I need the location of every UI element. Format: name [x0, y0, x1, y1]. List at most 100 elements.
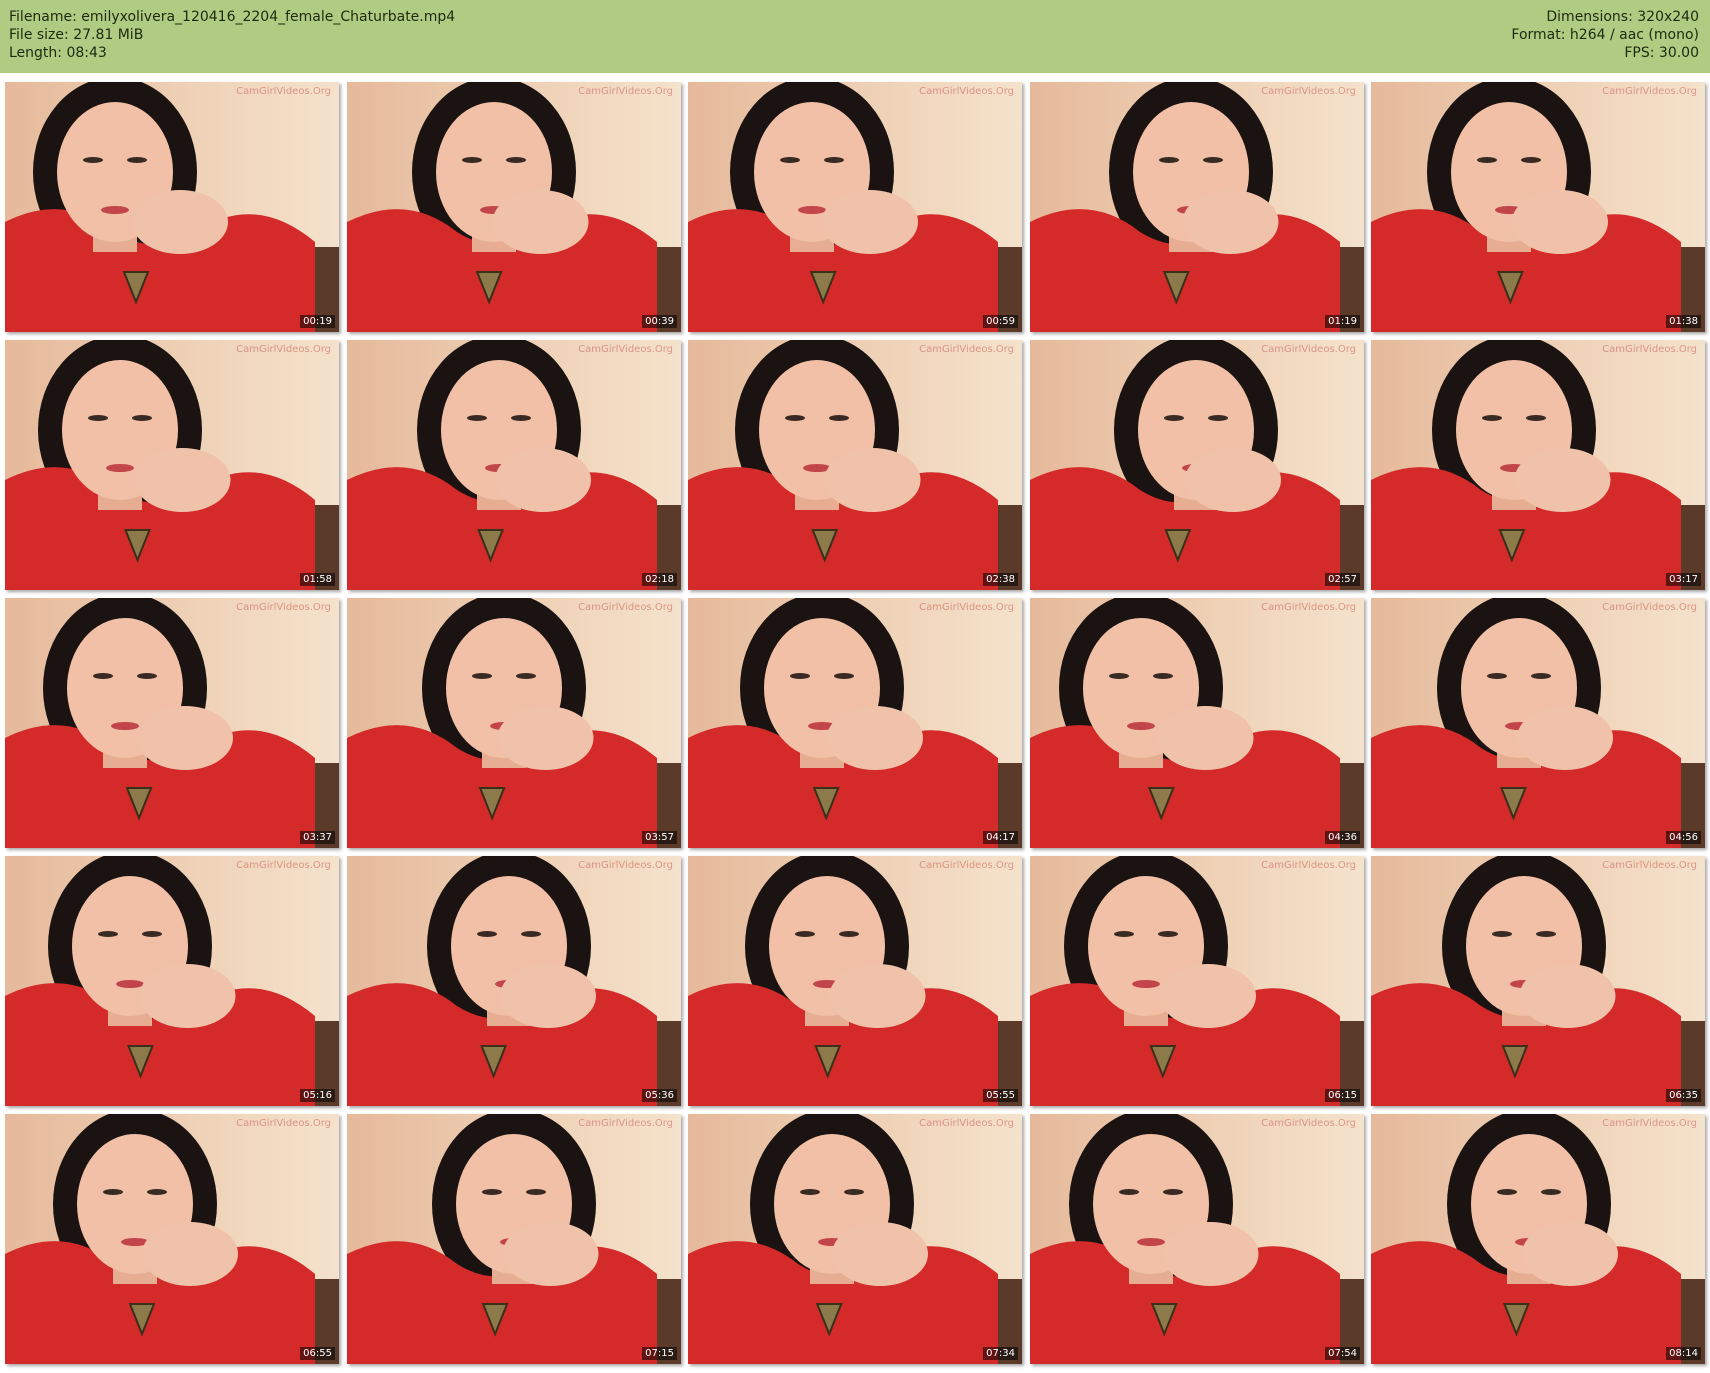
- frame-timestamp: 05:36: [642, 1089, 677, 1102]
- thumbnail-grid: CamGirlVideos.Org 00:19 CamGirlVideos.Org 0…: [0, 82, 1710, 1373]
- file-info-left: Filename: emilyxolivera_120416_2204_fema…: [9, 8, 455, 62]
- frame-timestamp: 06:15: [1325, 1089, 1360, 1102]
- frame-image: [1030, 598, 1364, 848]
- watermark-text: CamGirlVideos.Org: [236, 602, 331, 613]
- watermark-text: CamGirlVideos.Org: [1261, 344, 1356, 355]
- frame-image: [688, 598, 1022, 848]
- watermark-text: CamGirlVideos.Org: [578, 602, 673, 613]
- frame-image: [1030, 1114, 1364, 1364]
- thumbnail-frame: CamGirlVideos.Org 00:59: [688, 82, 1022, 332]
- thumbnail-frame: CamGirlVideos.Org 02:18: [347, 340, 681, 590]
- frame-image: [688, 340, 1022, 590]
- watermark-text: CamGirlVideos.Org: [1602, 344, 1697, 355]
- frame-image: [5, 856, 339, 1106]
- filesize-label: File size: 27.81 MiB: [9, 27, 144, 43]
- thumbnail-frame: CamGirlVideos.Org 02:38: [688, 340, 1022, 590]
- watermark-text: CamGirlVideos.Org: [1602, 860, 1697, 871]
- watermark-text: CamGirlVideos.Org: [236, 860, 331, 871]
- watermark-text: CamGirlVideos.Org: [578, 344, 673, 355]
- watermark-text: CamGirlVideos.Org: [919, 1118, 1014, 1129]
- frame-image: [347, 1114, 681, 1364]
- thumbnail-frame: CamGirlVideos.Org 01:19: [1030, 82, 1364, 332]
- thumbnail-frame: CamGirlVideos.Org 05:55: [688, 856, 1022, 1106]
- frame-timestamp: 06:35: [1666, 1089, 1701, 1102]
- thumbnail-frame: CamGirlVideos.Org 05:16: [5, 856, 339, 1106]
- watermark-text: CamGirlVideos.Org: [919, 602, 1014, 613]
- frame-timestamp: 04:36: [1325, 831, 1360, 844]
- frame-image: [5, 1114, 339, 1364]
- frame-timestamp: 05:16: [300, 1089, 335, 1102]
- thumbnail-frame: CamGirlVideos.Org 06:35: [1371, 856, 1705, 1106]
- frame-timestamp: 01:19: [1325, 315, 1360, 328]
- file-info-right: Dimensions: 320x240 Format: h264 / aac (…: [1511, 8, 1699, 62]
- thumbnail-frame: CamGirlVideos.Org 03:57: [347, 598, 681, 848]
- frame-image: [1371, 340, 1705, 590]
- frame-timestamp: 00:59: [983, 315, 1018, 328]
- frame-timestamp: 04:56: [1666, 831, 1701, 844]
- thumbnail-frame: CamGirlVideos.Org 07:54: [1030, 1114, 1364, 1364]
- thumbnail-frame: CamGirlVideos.Org 03:37: [5, 598, 339, 848]
- length-label: Length: 08:43: [9, 45, 107, 61]
- format-label: Format: h264 / aac (mono): [1511, 27, 1699, 43]
- thumbnail-frame: CamGirlVideos.Org 02:57: [1030, 340, 1364, 590]
- frame-timestamp: 03:17: [1666, 573, 1701, 586]
- watermark-text: CamGirlVideos.Org: [1261, 860, 1356, 871]
- frame-timestamp: 06:55: [300, 1347, 335, 1360]
- frame-timestamp: 00:39: [642, 315, 677, 328]
- frame-image: [1030, 856, 1364, 1106]
- thumbnail-frame: CamGirlVideos.Org 07:15: [347, 1114, 681, 1364]
- frame-timestamp: 07:34: [983, 1347, 1018, 1360]
- thumbnail-frame: CamGirlVideos.Org 06:15: [1030, 856, 1364, 1106]
- frame-timestamp: 04:17: [983, 831, 1018, 844]
- thumbnail-frame: CamGirlVideos.Org 00:39: [347, 82, 681, 332]
- watermark-text: CamGirlVideos.Org: [578, 1118, 673, 1129]
- frame-timestamp: 07:15: [642, 1347, 677, 1360]
- watermark-text: CamGirlVideos.Org: [578, 860, 673, 871]
- frame-timestamp: 05:55: [983, 1089, 1018, 1102]
- thumbnail-frame: CamGirlVideos.Org 00:19: [5, 82, 339, 332]
- watermark-text: CamGirlVideos.Org: [919, 86, 1014, 97]
- frame-timestamp: 01:38: [1666, 315, 1701, 328]
- frame-timestamp: 02:18: [642, 573, 677, 586]
- info-header: Filename: emilyxolivera_120416_2204_fema…: [0, 0, 1710, 73]
- watermark-text: CamGirlVideos.Org: [1261, 602, 1356, 613]
- fps-label: FPS: 30.00: [1624, 45, 1699, 61]
- thumbnail-frame: CamGirlVideos.Org 08:14: [1371, 1114, 1705, 1364]
- frame-image: [5, 82, 339, 332]
- watermark-text: CamGirlVideos.Org: [236, 86, 331, 97]
- frame-timestamp: 08:14: [1666, 1347, 1701, 1360]
- frame-timestamp: 00:19: [300, 315, 335, 328]
- frame-image: [347, 340, 681, 590]
- thumbnail-frame: CamGirlVideos.Org 06:55: [5, 1114, 339, 1364]
- frame-image: [5, 598, 339, 848]
- frame-timestamp: 02:38: [983, 573, 1018, 586]
- frame-image: [347, 82, 681, 332]
- watermark-text: CamGirlVideos.Org: [919, 860, 1014, 871]
- frame-image: [5, 340, 339, 590]
- frame-image: [688, 82, 1022, 332]
- thumbnail-frame: CamGirlVideos.Org 01:38: [1371, 82, 1705, 332]
- watermark-text: CamGirlVideos.Org: [1602, 602, 1697, 613]
- watermark-text: CamGirlVideos.Org: [1602, 1118, 1697, 1129]
- watermark-text: CamGirlVideos.Org: [1261, 1118, 1356, 1129]
- watermark-text: CamGirlVideos.Org: [578, 86, 673, 97]
- watermark-text: CamGirlVideos.Org: [919, 344, 1014, 355]
- thumbnail-frame: CamGirlVideos.Org 05:36: [347, 856, 681, 1106]
- thumbnail-frame: CamGirlVideos.Org 01:58: [5, 340, 339, 590]
- watermark-text: CamGirlVideos.Org: [1261, 86, 1356, 97]
- frame-image: [1371, 598, 1705, 848]
- frame-timestamp: 01:58: [300, 573, 335, 586]
- watermark-text: CamGirlVideos.Org: [236, 344, 331, 355]
- thumbnail-frame: CamGirlVideos.Org 03:17: [1371, 340, 1705, 590]
- frame-image: [1371, 856, 1705, 1106]
- thumbnail-frame: CamGirlVideos.Org 07:34: [688, 1114, 1022, 1364]
- thumbnail-frame: CamGirlVideos.Org 04:36: [1030, 598, 1364, 848]
- frame-image: [347, 598, 681, 848]
- thumbnail-frame: CamGirlVideos.Org 04:56: [1371, 598, 1705, 848]
- frame-image: [347, 856, 681, 1106]
- frame-image: [688, 856, 1022, 1106]
- frame-timestamp: 02:57: [1325, 573, 1360, 586]
- thumbnail-frame: CamGirlVideos.Org 04:17: [688, 598, 1022, 848]
- frame-image: [1371, 82, 1705, 332]
- frame-timestamp: 07:54: [1325, 1347, 1360, 1360]
